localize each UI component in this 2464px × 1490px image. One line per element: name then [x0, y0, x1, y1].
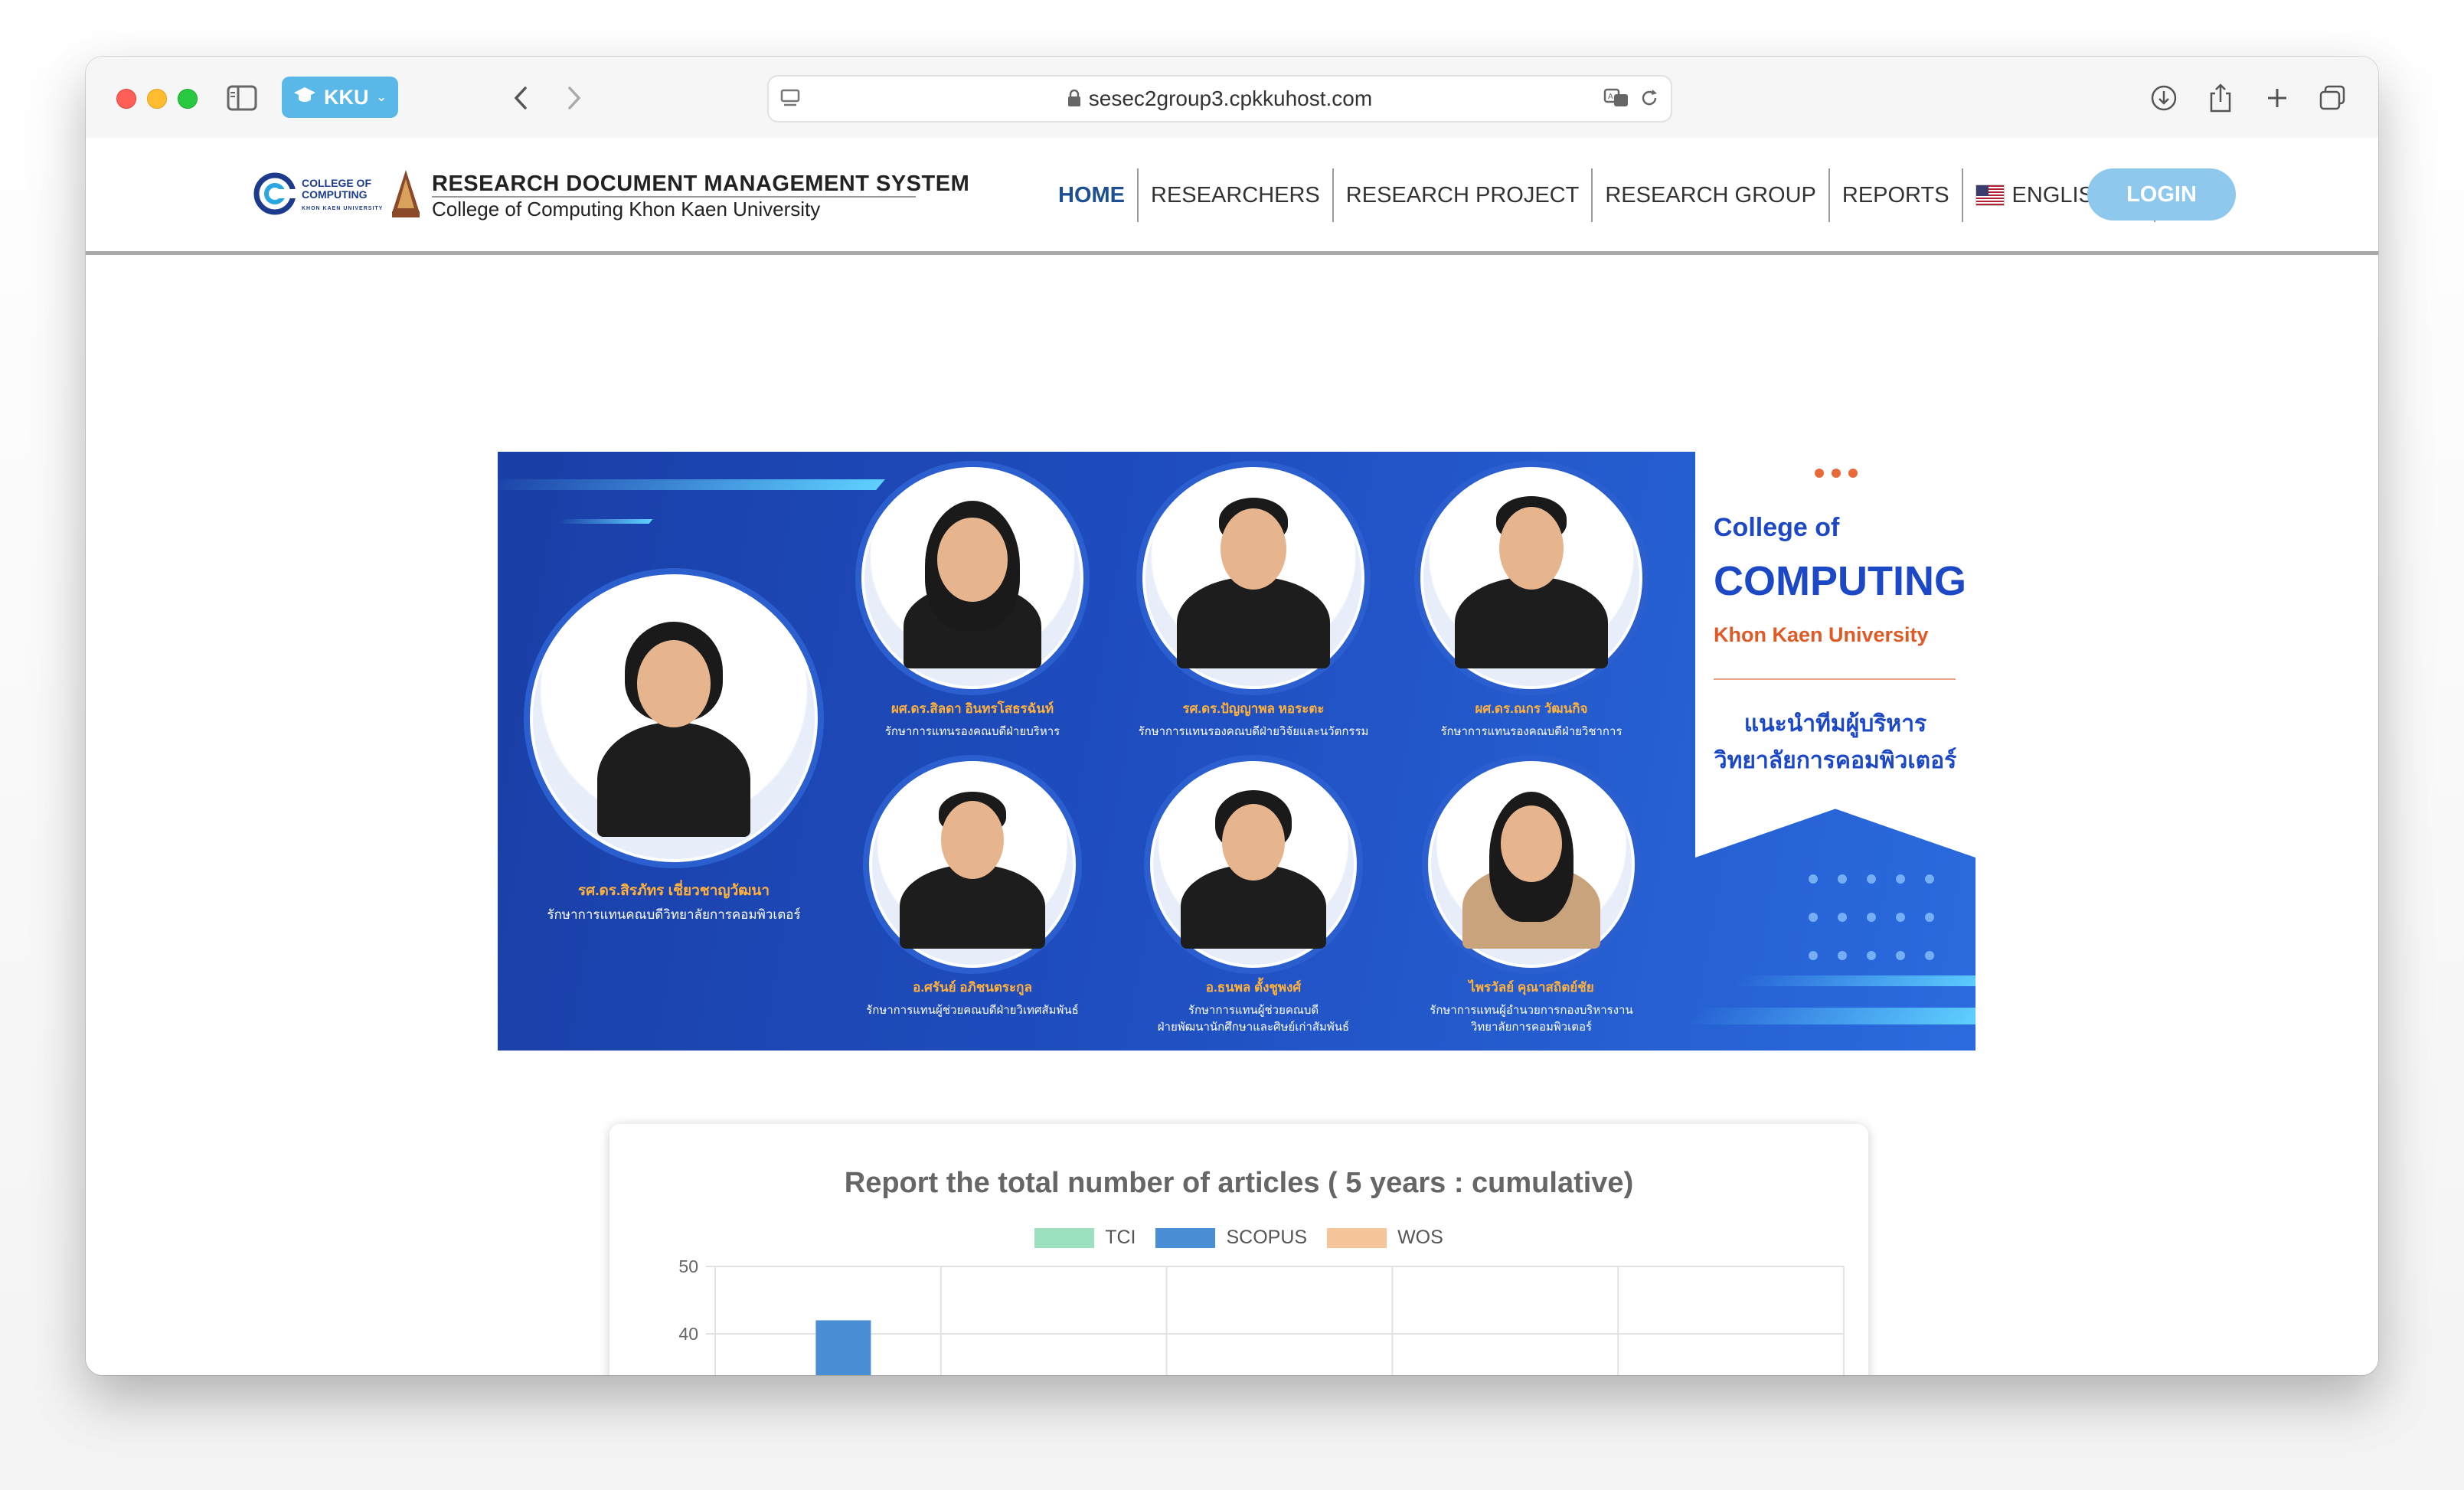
university-label: Khon Kaen University — [1714, 623, 1929, 646]
person-dean: รศ.ดร.สิรภัทร เชี่ยวชาญวัฒนา รักษาการแทน… — [513, 574, 835, 923]
minimize-window-button[interactable] — [147, 89, 167, 109]
person-photo — [1428, 761, 1635, 968]
decor-stripe — [1734, 975, 1975, 986]
college-logo-text: COLLEGE OF COMPUTING KHON KAEN UNIVERSIT… — [302, 177, 384, 212]
us-flag-icon — [1975, 185, 2005, 206]
tab-group-button[interactable]: KKU ⌄ — [282, 77, 398, 118]
tab-overview-icon[interactable] — [2314, 80, 2351, 116]
person-admin-deputy: ผศ.ดร.สิลดา อินทรโสธรฉันท์ รักษาการแทนรอ… — [842, 467, 1103, 740]
person-role: รักษาการแทนรองคณบดีฝ่ายวิจัยและนวัตกรรม — [1138, 725, 1369, 738]
tab-group-label: KKU — [324, 85, 369, 109]
person-photo — [1420, 467, 1642, 689]
executive-team-banner: รศ.ดร.สิรภัทร เชี่ยวชาญวัฒนา รักษาการแทน… — [498, 452, 1975, 1051]
nav-research-project[interactable]: RESEARCH PROJECT — [1334, 168, 1593, 222]
decor-dots — [1815, 469, 1858, 478]
nav-researchers[interactable]: RESEARCHERS — [1139, 168, 1334, 222]
person-role: รักษาการแทนผู้ช่วยคณบดีฝ่ายวิเทศสัมพันธ์ — [866, 1004, 1079, 1017]
url-field[interactable]: sesec2group3.cpkkuhost.com — [769, 77, 1671, 121]
person-role: รักษาการแทนคณบดีวิทยาลัยการคอมพิวเตอร์ — [547, 907, 801, 922]
y-tick-label: 40 — [678, 1324, 698, 1344]
new-tab-icon[interactable] — [2259, 80, 2296, 116]
person-photo — [861, 467, 1083, 689]
person-role: รักษาการแทนรองคณบดีฝ่ายบริหาร — [884, 725, 1060, 738]
back-icon[interactable] — [502, 80, 539, 116]
person-name: ไพรวัลย์ คุณาสถิตย์ชัย — [1469, 980, 1594, 995]
close-window-button[interactable] — [116, 89, 136, 109]
decor-stripe — [498, 479, 885, 490]
nav-research-group[interactable]: RESEARCH GROUP — [1593, 168, 1830, 222]
person-photo — [869, 761, 1076, 968]
graduation-cap-icon — [293, 86, 316, 109]
person-name: รศ.ดร.ปัญญาพล หอระตะ — [1182, 701, 1325, 716]
main-nav: HOME RESEARCHERS RESEARCH PROJECT RESEAR… — [1046, 168, 2155, 222]
articles-bar-chart: 504030Number — [639, 1256, 1845, 1375]
person-international-assistant: อ.ศรันย์ อภิชนตระกูล รักษาการแทนผู้ช่วยค… — [842, 761, 1103, 1019]
sidebar-icon[interactable] — [224, 80, 260, 116]
share-icon[interactable] — [2202, 80, 2239, 116]
person-name: ผศ.ดร.สิลดา อินทรโสธรฉันท์ — [891, 701, 1054, 716]
url-text: sesec2group3.cpkkuhost.com — [1088, 87, 1373, 110]
bar-scopus — [815, 1320, 871, 1375]
decor-stripe — [1685, 1008, 1975, 1024]
person-name: อ.ศรันย์ อภิชนตระกูล — [913, 980, 1032, 995]
login-button[interactable]: LOGIN — [2087, 168, 2236, 221]
person-research-deputy: รศ.ดร.ปัญญาพล หอระตะ รักษาการแทนรองคณบดี… — [1119, 467, 1387, 740]
person-photo — [530, 574, 818, 862]
y-tick-label: 50 — [678, 1256, 698, 1276]
svg-text:A: A — [1608, 93, 1613, 101]
person-administration-director: ไพรวัลย์ คุณาสถิตย์ชัย รักษาการแทนผู้อำน… — [1401, 761, 1662, 1036]
kku-seal-logo — [389, 168, 423, 219]
reload-icon[interactable] — [1639, 87, 1660, 109]
decor-dot-grid — [1809, 874, 1954, 960]
address-bar[interactable]: sesec2group3.cpkkuhost.com A — [767, 75, 1672, 123]
person-name: ผศ.ดร.ณกร วัฒนกิจ — [1475, 701, 1588, 716]
decor-stripe — [557, 519, 653, 524]
college-of-computing-logo — [253, 172, 299, 216]
person-photo — [1142, 467, 1364, 689]
forward-icon[interactable] — [556, 80, 593, 116]
person-photo — [1150, 761, 1357, 968]
download-icon[interactable] — [2145, 80, 2182, 116]
lock-icon — [1067, 78, 1081, 123]
team-heading: แนะนำทีมผู้บริหาร วิทยาลัยการคอมพิวเตอร์ — [1714, 711, 1957, 773]
person-student-affairs-assistant: อ.ธนพล ตั้งชูพงศ์ รักษาการแทนผู้ช่วยคณบด… — [1119, 761, 1387, 1036]
person-name: อ.ธนพล ตั้งชูพงศ์ — [1205, 980, 1302, 995]
web-page: COLLEGE OF COMPUTING KHON KAEN UNIVERSIT… — [86, 138, 2378, 1375]
zoom-window-button[interactable] — [178, 89, 198, 109]
person-role: รักษาการแทนผู้อำนวยการกองบริหารงาน วิทยา… — [1430, 1004, 1633, 1034]
person-role: รักษาการแทนผู้ช่วยคณบดี ฝ่ายพัฒนานักศึกษ… — [1157, 1004, 1350, 1034]
browser-window: KKU ⌄ sesec2group3.cpkkuhost.com A COLLE… — [86, 57, 2378, 1375]
person-name: รศ.ดร.สิรภัทร เชี่ยวชาญวัฒนา — [577, 883, 770, 899]
chevron-down-icon: ⌄ — [376, 91, 387, 104]
card-divider — [1714, 678, 1956, 680]
browser-toolbar: KKU ⌄ sesec2group3.cpkkuhost.com A — [86, 57, 2378, 139]
nav-home[interactable]: HOME — [1046, 168, 1139, 222]
college-title-card: College of COMPUTING Khon Kaen Universit… — [1695, 452, 1975, 858]
articles-report-card: Report the total number of articles ( 5 … — [609, 1124, 1868, 1375]
site-navbar: COLLEGE OF COMPUTING KHON KAEN UNIVERSIT… — [86, 138, 2378, 255]
college-of-label: College of — [1714, 513, 1840, 542]
site-title[interactable]: RESEARCH DOCUMENT MANAGEMENT SYSTEM — [432, 172, 969, 197]
translate-icon[interactable]: A — [1603, 87, 1631, 109]
person-role: รักษาการแทนรองคณบดีฝ่ายวิชาการ — [1440, 725, 1623, 738]
person-academic-deputy: ผศ.ดร.ณกร วัฒนกิจ รักษาการแทนรองคณบดีฝ่า… — [1401, 467, 1662, 740]
computing-label: COMPUTING — [1714, 558, 1966, 604]
site-subtitle: College of Computing Khon Kaen Universit… — [432, 198, 821, 221]
nav-reports[interactable]: REPORTS — [1830, 168, 1963, 222]
